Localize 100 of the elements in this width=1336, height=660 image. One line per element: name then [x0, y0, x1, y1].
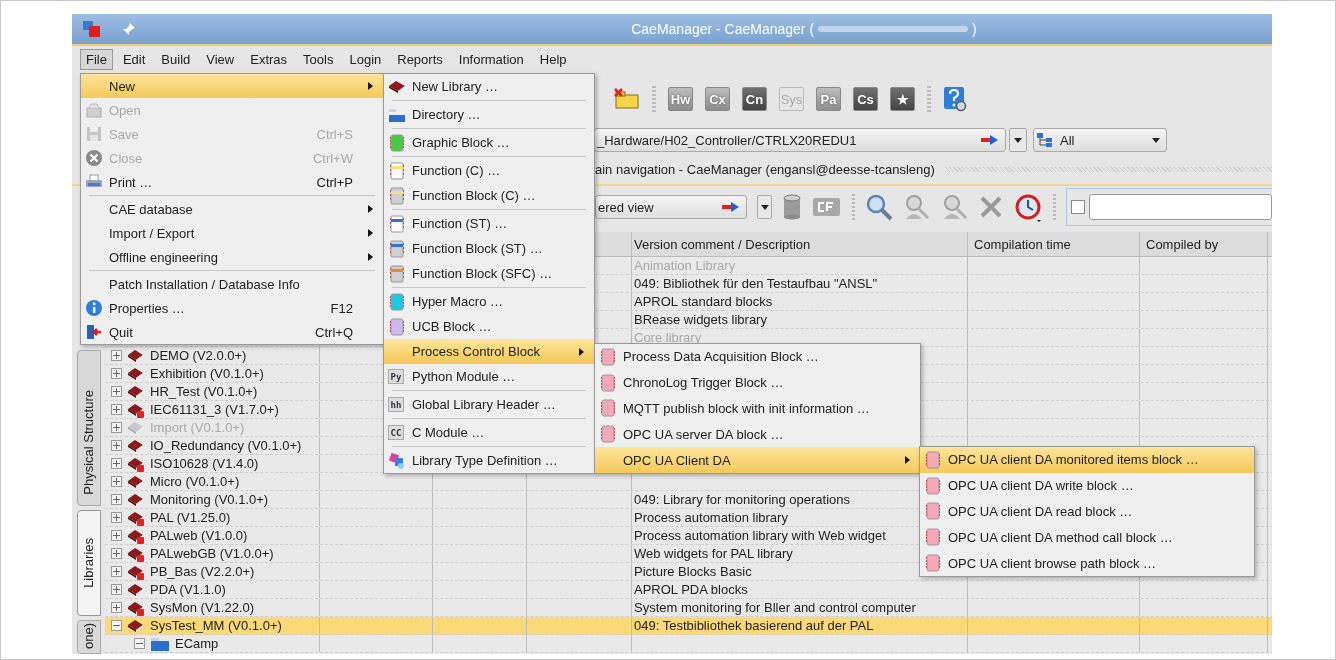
toolbar-button[interactable]: Cn	[742, 87, 767, 111]
expander-icon[interactable]	[111, 368, 122, 379]
column-header[interactable]: Version comment / Description	[632, 232, 968, 256]
tree-item[interactable]: Monitoring (V0.1.0+)	[150, 492, 269, 507]
menu-item[interactable]: CC C Module …	[384, 420, 594, 445]
menu-item[interactable]: Offline engineering	[81, 245, 383, 269]
menu-item[interactable]: Library Type Definition …	[384, 448, 594, 473]
menu-item[interactable]: Function Block (SFC) …	[384, 261, 594, 286]
menu-item[interactable]: Py Python Module …	[384, 364, 594, 389]
menu-item[interactable]: OPC UA client DA read block …	[920, 498, 1254, 525]
menu-item[interactable]: Patch Installation / Database Info	[81, 272, 383, 296]
expander-icon[interactable]	[111, 386, 122, 397]
column-header[interactable]: Compilation time	[968, 232, 1140, 256]
menu-item[interactable]: Process Data Acquisition Block …	[595, 344, 920, 370]
navigate-arrow-icon[interactable]	[722, 202, 741, 212]
checkbox[interactable]	[1071, 200, 1085, 214]
expander-icon[interactable]	[111, 620, 122, 631]
menu-item[interactable]: Function (C) …	[384, 158, 594, 183]
database-icon[interactable]	[781, 194, 802, 220]
tree-item[interactable]: HR_Test (V0.1.0+)	[150, 384, 258, 399]
toolbar-grip[interactable]	[927, 86, 931, 112]
folder-delete-icon[interactable]	[614, 88, 640, 110]
tree-item[interactable]: PAL (V1.25.0)	[150, 510, 231, 525]
tree-item[interactable]: PALwebGB (V1.0.0+)	[150, 546, 274, 561]
side-tab[interactable]: Libraries	[76, 510, 101, 616]
view-combo[interactable]: ered view	[595, 195, 748, 219]
menu-item[interactable]: Login	[343, 48, 388, 70]
search-field[interactable]	[1089, 194, 1272, 220]
menu-item[interactable]: Tools	[297, 48, 340, 70]
menu-item[interactable]: Quit Ctrl+Q	[81, 320, 383, 344]
menu-item[interactable]: Properties … F12	[81, 296, 383, 320]
tree-item[interactable]: PDA (V1.1.0)	[150, 582, 226, 597]
expander-icon[interactable]	[111, 404, 122, 415]
toolbar-button[interactable]: ★	[890, 87, 915, 111]
tree-item[interactable]: PB_Bas (V2.2.0+)	[150, 564, 255, 579]
tree-item[interactable]: PALweb (V1.0.0)	[150, 528, 248, 543]
menu-item[interactable]: Reports	[391, 48, 449, 70]
expander-icon[interactable]	[111, 530, 122, 541]
navigate-arrow-icon[interactable]	[981, 135, 999, 145]
path-combo[interactable]: _Hardware/H02_Controller/CTRLX20REDU1	[594, 128, 1006, 152]
menu-item[interactable]: hh Global Library Header …	[384, 392, 594, 417]
toolbar-grip[interactable]	[652, 86, 656, 112]
expander-icon[interactable]	[111, 584, 122, 595]
dropdown-button[interactable]	[1009, 128, 1027, 152]
menu-item[interactable]: Build	[155, 48, 197, 70]
tree-item[interactable]: IO_Redundancy (V0.1.0+)	[150, 438, 302, 453]
tree-item[interactable]: IEC61131_3 (V1.7.0+)	[150, 402, 279, 417]
dropdown-button[interactable]	[757, 195, 772, 219]
side-tab[interactable]: one)	[76, 620, 101, 654]
help-icon[interactable]	[943, 86, 967, 112]
menu-item[interactable]: ChronoLog Trigger Block …	[595, 369, 920, 396]
expander-icon[interactable]	[111, 494, 122, 505]
menu-item[interactable]: Import / Export	[81, 221, 383, 245]
menu-item[interactable]: Extras	[244, 48, 294, 70]
expander-icon[interactable]	[111, 602, 122, 613]
menu-item[interactable]: CAE database	[81, 197, 383, 221]
menu-item[interactable]: Process Control Block	[384, 339, 594, 364]
menu-item[interactable]: New Library …	[384, 74, 594, 99]
search-icon[interactable]	[864, 193, 893, 221]
tree-item[interactable]: ISO10628 (V1.4.0)	[150, 456, 259, 471]
menu-item[interactable]: Print … Ctrl+P	[81, 170, 383, 194]
menu-item[interactable]: OPC UA client DA method call block …	[920, 524, 1254, 551]
menu-item[interactable]: OPC UA client DA write block …	[920, 472, 1254, 499]
menu-item[interactable]: Edit	[116, 48, 152, 70]
tree-item[interactable]: SysTest_MM (V0.1.0+)	[150, 618, 282, 633]
menu-item[interactable]: MQTT publish block with init information …	[595, 395, 920, 422]
expander-icon[interactable]	[111, 476, 122, 487]
menu-item[interactable]: OPC UA Client DA	[595, 447, 920, 473]
expander-icon[interactable]	[111, 350, 122, 361]
menu-item[interactable]: File	[80, 48, 113, 70]
menu-item[interactable]: New	[81, 74, 383, 98]
column-header[interactable]: Compiled by	[1140, 232, 1268, 256]
menu-item[interactable]: Function Block (C) …	[384, 183, 594, 208]
tree-item[interactable]: SysMon (V1.22.0)	[150, 600, 255, 615]
selected-row-highlight[interactable]: SysTest_MM (V0.1.0+) 049: Testbibliothek basierend auf der PAL	[105, 617, 1272, 635]
side-tab[interactable]: Physical Structure	[76, 350, 101, 506]
tree-item[interactable]: ECamp	[175, 636, 219, 651]
expander-icon[interactable]	[111, 512, 122, 523]
expander-icon[interactable]	[134, 638, 145, 649]
tree-item[interactable]: Exhibition (V0.1.0+)	[150, 366, 264, 381]
menu-item[interactable]: Help	[533, 48, 573, 70]
filter-combo[interactable]: All	[1033, 128, 1167, 152]
menu-item[interactable]: Function (ST) …	[384, 211, 594, 236]
toolbar-button[interactable]: Cs	[853, 87, 878, 111]
tree-item[interactable]: Micro (V0.1.0+)	[150, 474, 240, 489]
menu-item[interactable]: Directory …	[384, 102, 594, 127]
menu-item[interactable]: Hyper Macro …	[384, 289, 594, 314]
expander-icon[interactable]	[111, 458, 122, 469]
menu-item[interactable]: OPC UA client DA monitored items block …	[920, 447, 1254, 473]
menu-item[interactable]: OPC UA server DA block …	[595, 421, 920, 448]
menu-item[interactable]: Information	[452, 48, 530, 70]
menu-item[interactable]: UCB Block …	[384, 314, 594, 339]
expander-icon[interactable]	[111, 548, 122, 559]
expander-icon[interactable]	[111, 440, 122, 451]
menu-item[interactable]: Function Block (ST) …	[384, 236, 594, 261]
menu-item[interactable]: OPC UA client browse path block …	[920, 550, 1254, 576]
menu-item[interactable]: Graphic Block …	[384, 130, 594, 155]
tree-item[interactable]: DEMO (V2.0.0+)	[150, 348, 247, 363]
menu-item[interactable]: View	[200, 48, 241, 70]
expander-icon[interactable]	[111, 566, 122, 577]
